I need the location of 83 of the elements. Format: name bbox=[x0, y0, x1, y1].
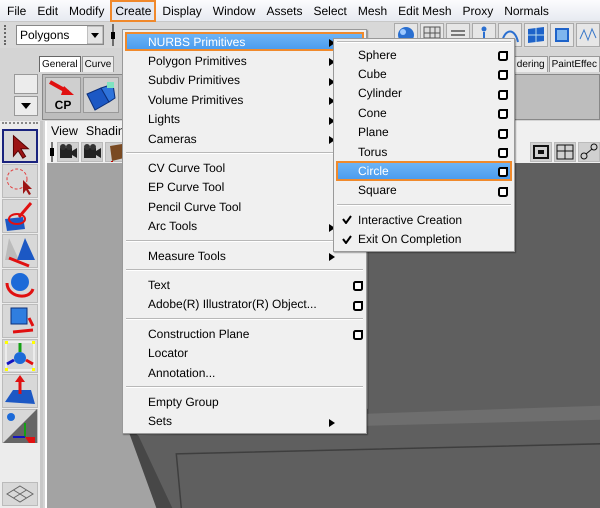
menu-item[interactable]: Square bbox=[336, 180, 512, 200]
shelf-tool-button[interactable] bbox=[83, 77, 119, 113]
sphere-axes-icon bbox=[3, 409, 37, 443]
menu-bar-item[interactable]: Window bbox=[208, 0, 260, 22]
menu-bar-item[interactable]: Edit bbox=[32, 0, 64, 22]
submenu-arrow-icon bbox=[329, 252, 335, 261]
cube-icon bbox=[550, 23, 574, 47]
menu-item[interactable]: Annotation... bbox=[125, 362, 364, 382]
shelf-tab[interactable]: General bbox=[39, 56, 81, 72]
panel-menu-item[interactable]: View bbox=[51, 124, 78, 138]
menu-bar-item[interactable]: File bbox=[2, 0, 32, 22]
submenu-arrow-icon bbox=[329, 97, 335, 106]
option-box-icon bbox=[353, 281, 363, 292]
caret-icon bbox=[21, 103, 31, 109]
manipulator-icon bbox=[3, 339, 37, 373]
tile-icon bbox=[524, 23, 548, 47]
submenu-arrow-icon bbox=[329, 418, 335, 427]
submenu-arrow-icon bbox=[329, 39, 335, 47]
menu-item[interactable]: Adobe(R) Illustrator(R) Object... bbox=[125, 294, 364, 314]
menu-item[interactable]: Interactive Creation bbox=[336, 210, 512, 230]
cp-button[interactable]: CP bbox=[45, 77, 81, 113]
menu-item[interactable]: Text bbox=[125, 275, 364, 295]
panel-tool-button[interactable] bbox=[57, 142, 79, 162]
menu-item[interactable]: Locator bbox=[125, 343, 364, 363]
tool-button[interactable] bbox=[2, 304, 38, 338]
option-box-icon bbox=[498, 167, 508, 178]
nodes-icon bbox=[579, 142, 599, 162]
dropdown-arrow-icon bbox=[87, 26, 103, 44]
panel-tool-button[interactable] bbox=[530, 142, 552, 162]
menu-bar-item[interactable]: Modify bbox=[64, 0, 110, 22]
shelf-tab[interactable]: dering bbox=[514, 56, 548, 72]
menu-bar-item[interactable]: Display bbox=[157, 0, 207, 22]
slider-handle-icon bbox=[110, 24, 116, 46]
mode-dropdown[interactable]: Polygons bbox=[16, 25, 104, 45]
menu-bar-item[interactable]: Mesh bbox=[352, 0, 392, 22]
tool-button[interactable] bbox=[2, 234, 38, 268]
frame-icon bbox=[555, 142, 575, 162]
option-box-icon bbox=[498, 148, 508, 158]
menu-item[interactable]: Torus bbox=[336, 142, 512, 162]
menu-bar-item[interactable]: Proxy bbox=[458, 0, 498, 22]
option-box-icon bbox=[498, 90, 508, 100]
submenu-arrow-icon bbox=[329, 116, 335, 125]
tool-button[interactable] bbox=[2, 339, 38, 373]
menu-item[interactable]: Cone bbox=[336, 103, 512, 123]
option-box-icon bbox=[498, 186, 508, 197]
panel-tool-button[interactable] bbox=[578, 142, 600, 162]
shelf-menu-button[interactable] bbox=[14, 96, 38, 116]
option-box-icon bbox=[353, 300, 363, 311]
menu-bar-item[interactable]: Select bbox=[308, 0, 352, 22]
menu-bar-item[interactable]: Assets bbox=[261, 0, 308, 22]
frame-icon bbox=[531, 142, 551, 162]
slider-handle-icon bbox=[49, 142, 55, 162]
submenu-arrow-icon bbox=[329, 136, 335, 144]
scribble-icon bbox=[576, 23, 600, 47]
tool-button[interactable] bbox=[2, 199, 38, 233]
shelf-tab[interactable]: PaintEffec bbox=[548, 56, 600, 72]
submenu-arrow-icon bbox=[329, 58, 335, 66]
submenu-arrow-icon bbox=[329, 78, 335, 86]
polygon-faces-icon bbox=[85, 80, 117, 112]
option-box-icon bbox=[498, 109, 508, 120]
menu-item[interactable]: Cube bbox=[336, 64, 512, 84]
tool-button[interactable] bbox=[2, 129, 38, 163]
option-box-icon bbox=[498, 70, 508, 80]
menu-bar-item[interactable]: Normals bbox=[499, 0, 554, 22]
shelf-tab[interactable]: Curve bbox=[82, 56, 114, 72]
menu-item[interactable]: Empty Group bbox=[125, 392, 364, 412]
option-box-icon bbox=[498, 51, 508, 61]
panel-tool-button[interactable] bbox=[81, 142, 103, 162]
layout-button[interactable] bbox=[2, 482, 38, 506]
menu-item[interactable]: Cylinder bbox=[336, 84, 512, 104]
menu-bar-item[interactable]: Create bbox=[110, 0, 156, 22]
grid-plane-icon bbox=[5, 484, 35, 504]
tool-button[interactable] bbox=[2, 409, 38, 443]
panel-tool-button[interactable] bbox=[554, 142, 576, 162]
submenu-arrow-icon bbox=[329, 224, 335, 232]
menu-item[interactable]: Plane bbox=[336, 122, 512, 142]
menu-bar-item[interactable]: Edit Mesh bbox=[393, 0, 457, 22]
tool-button[interactable] bbox=[2, 164, 38, 198]
option-box-icon bbox=[353, 330, 363, 340]
option-box-icon bbox=[498, 128, 508, 139]
menu-item[interactable]: Sets bbox=[125, 412, 364, 432]
menu-item[interactable]: Construction Plane bbox=[125, 324, 364, 344]
tool-button[interactable] bbox=[2, 374, 38, 408]
